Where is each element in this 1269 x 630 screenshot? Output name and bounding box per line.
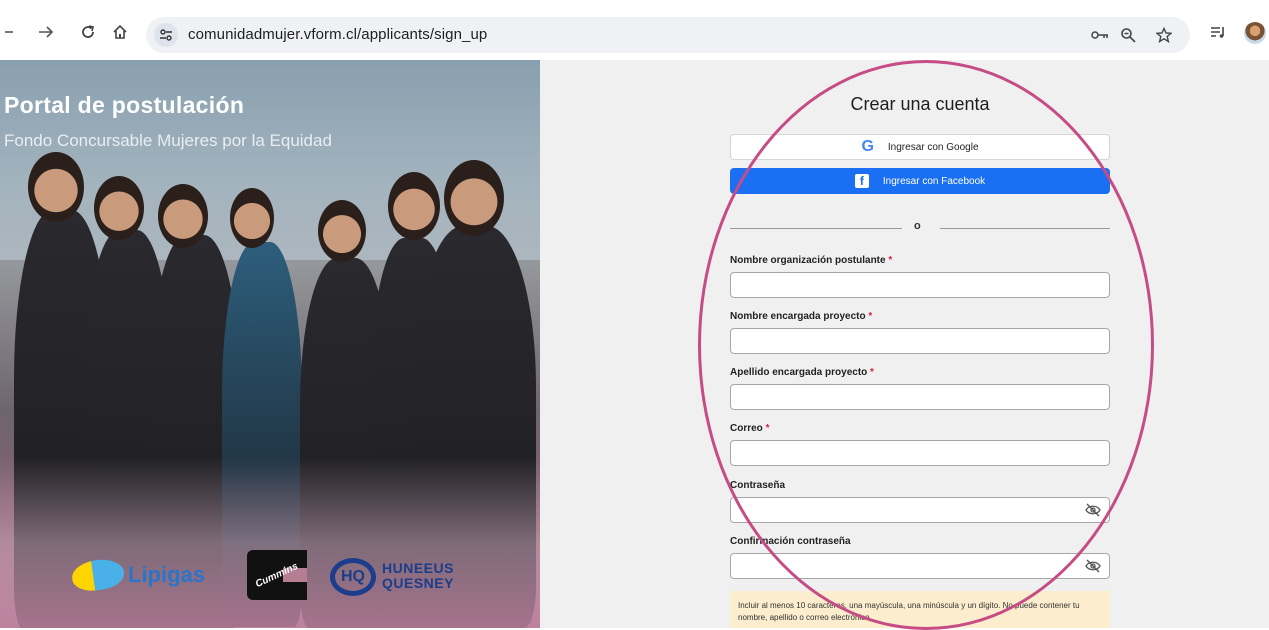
hero-photo-head — [388, 172, 440, 240]
field-label-manager-name: Nombre encargada proyecto * — [730, 311, 872, 322]
quesney-line: QUESNEY — [382, 575, 454, 591]
required-mark: * — [868, 311, 873, 322]
hero-photo-head — [94, 176, 144, 240]
divider-line-right — [940, 228, 1110, 229]
eye-off-icon[interactable] — [1085, 559, 1101, 573]
hero-subtitle: Fondo Concursable Mujeres por la Equidad — [4, 131, 332, 150]
field-label-text: Nombre encargada proyecto — [730, 311, 866, 322]
email-input[interactable] — [730, 440, 1110, 466]
lipigas-wordmark: Lipigas — [128, 562, 206, 587]
huneeus-line: HUNEEUS — [382, 560, 454, 576]
facebook-signin-label: Ingresar con Facebook — [882, 175, 986, 187]
form-title: Crear una cuenta — [850, 94, 990, 114]
field-label-organization: Nombre organización postulante * — [730, 255, 892, 266]
required-mark: * — [870, 367, 874, 378]
huneeus-quesney-wordmark: HUNEEUS QUESNEY — [382, 561, 454, 591]
field-label-password: Contraseña — [730, 480, 785, 491]
required-mark: * — [765, 423, 770, 434]
browser-toolbar: comunidadmujer.vform.cl/applicants/sign_… — [0, 0, 1269, 60]
site-settings-icon[interactable] — [154, 23, 178, 47]
bookmark-star-icon[interactable] — [1154, 25, 1174, 45]
hero-photo-head — [444, 160, 504, 236]
or-divider-text: o — [914, 220, 921, 232]
organization-name-input[interactable] — [730, 272, 1110, 298]
manager-name-input[interactable] — [730, 328, 1110, 354]
reading-list-icon[interactable] — [1208, 22, 1228, 42]
field-label-text: Correo — [730, 423, 763, 434]
hero-photo-head — [158, 184, 208, 248]
facebook-icon: f — [854, 174, 869, 188]
forward-arrow-icon[interactable] — [36, 22, 56, 42]
facebook-signin-button[interactable]: f Ingresar con Facebook — [730, 168, 1110, 194]
field-label-text: Nombre organización postulante — [730, 255, 886, 266]
address-bar[interactable]: comunidadmujer.vform.cl/applicants/sign_… — [146, 17, 1190, 53]
password-hint: Incluir al menos 10 caracteres, una mayú… — [730, 591, 1110, 628]
hero-photo-head — [318, 200, 366, 262]
password-input[interactable] — [730, 497, 1110, 523]
manager-lastname-input[interactable] — [730, 384, 1110, 410]
field-label-email: Correo * — [730, 423, 769, 434]
required-mark: * — [888, 255, 893, 266]
cummins-logo: Cummins — [247, 550, 307, 600]
back-arrow-icon[interactable] — [0, 22, 20, 42]
google-icon: G — [861, 138, 874, 155]
hero-water-splash — [0, 458, 540, 628]
home-icon[interactable] — [110, 22, 130, 42]
huneeus-quesney-mark-icon: HQ — [330, 558, 376, 596]
eye-off-icon[interactable] — [1085, 503, 1101, 517]
hero-title: Portal de postulación — [4, 92, 245, 118]
hero-photo-head — [28, 152, 84, 222]
field-label-manager-lastname: Apellido encargada proyecto * — [730, 367, 874, 378]
divider-line-left — [730, 228, 902, 229]
reload-icon[interactable] — [78, 22, 98, 42]
password-confirmation-input[interactable] — [730, 553, 1110, 579]
hero-photo-head — [230, 188, 274, 248]
lipigas-mark-icon — [70, 556, 126, 594]
field-label-text: Apellido encargada proyecto — [730, 367, 868, 378]
google-signin-label: Ingresar con Google — [887, 141, 979, 153]
field-label-text: Contraseña — [730, 480, 786, 491]
field-label-text: Confirmación contraseña — [730, 536, 851, 547]
zoom-icon[interactable] — [1118, 25, 1138, 45]
url-text[interactable]: comunidadmujer.vform.cl/applicants/sign_… — [188, 26, 487, 43]
field-label-password-confirmation: Confirmación contraseña — [730, 536, 851, 547]
profile-avatar-icon[interactable] — [1244, 22, 1266, 44]
lipigas-logo: Lipigas — [70, 556, 206, 594]
google-signin-button[interactable]: G Ingresar con Google — [730, 134, 1110, 160]
password-key-icon[interactable] — [1090, 25, 1110, 45]
